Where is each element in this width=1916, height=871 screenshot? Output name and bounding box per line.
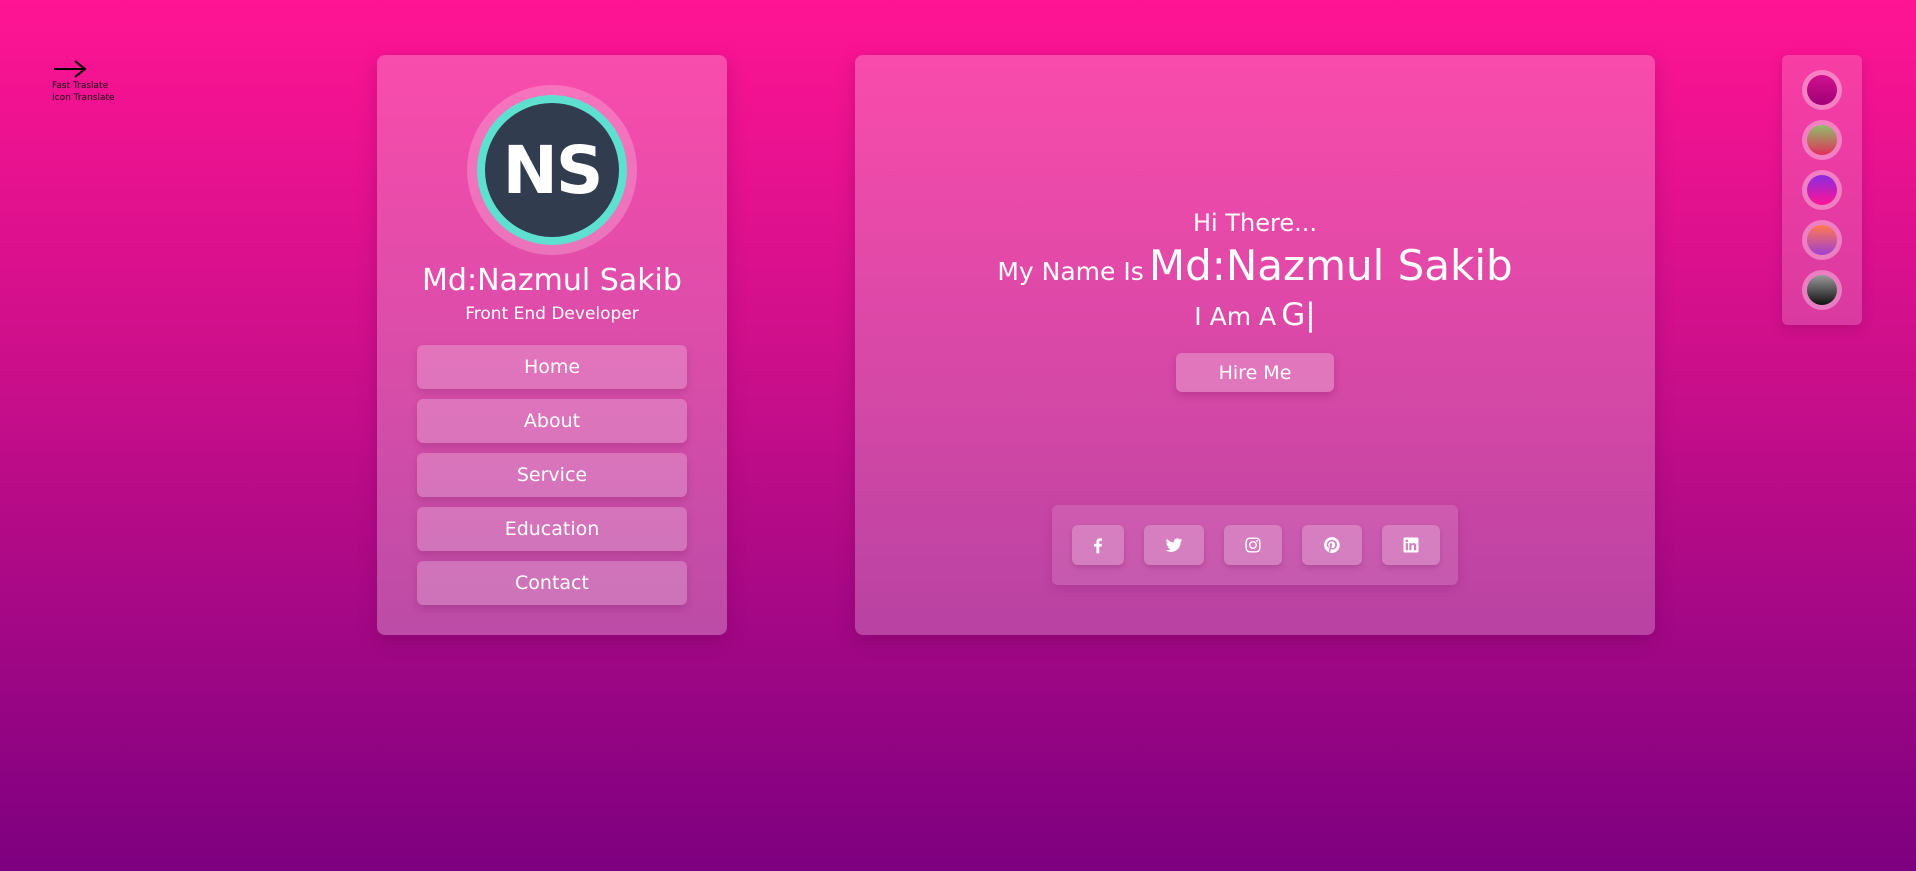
nav-service-button[interactable]: Service	[417, 453, 687, 497]
linkedin-icon	[1403, 537, 1419, 553]
hero-greeting: Hi There...	[1193, 209, 1317, 237]
theme-swatch-pink[interactable]	[1802, 70, 1842, 110]
swatch-dot	[1807, 175, 1837, 205]
linkedin-button[interactable]	[1382, 525, 1440, 565]
theme-swatch-orange-purple[interactable]	[1802, 220, 1842, 260]
swatch-dot	[1807, 225, 1837, 255]
translate-label-1: Fast Traslate	[52, 81, 109, 91]
theme-swatch-purple-pink[interactable]	[1802, 170, 1842, 210]
nav-about-button[interactable]: About	[417, 399, 687, 443]
hero-typed-role: G|	[1281, 297, 1316, 333]
profile-nav: Home About Service Education Contact	[417, 345, 687, 615]
right-arrow-icon[interactable]	[52, 58, 88, 80]
facebook-icon	[1094, 538, 1102, 554]
profile-role: Front End Developer	[465, 304, 639, 324]
hero-card: Hi There... My Name Is Md:Nazmul Sakib I…	[855, 55, 1655, 635]
facebook-button[interactable]	[1072, 525, 1124, 565]
avatar-initials: NS	[485, 103, 619, 237]
instagram-icon	[1245, 537, 1261, 553]
swatch-dot	[1807, 75, 1837, 105]
instagram-button[interactable]	[1224, 525, 1282, 565]
hero-role-prefix: I Am A	[1194, 302, 1277, 331]
twitter-icon	[1165, 538, 1183, 552]
pinterest-icon	[1324, 537, 1340, 553]
translate-label-2: Icon Translate	[52, 93, 115, 103]
pinterest-button[interactable]	[1302, 525, 1362, 565]
theme-swatch-green-red[interactable]	[1802, 120, 1842, 160]
avatar: NS	[477, 95, 627, 245]
profile-card: NS Md:Nazmul Sakib Front End Developer H…	[377, 55, 727, 635]
swatch-dot	[1807, 125, 1837, 155]
hero-role-line: I Am A G|	[855, 297, 1655, 333]
hero-name: Md:Nazmul Sakib	[1148, 241, 1513, 290]
theme-switcher	[1782, 55, 1862, 325]
theme-swatch-gray-black[interactable]	[1802, 270, 1842, 310]
hero-name-prefix: My Name Is	[997, 257, 1144, 286]
hire-me-button[interactable]: Hire Me	[1176, 353, 1334, 392]
nav-education-button[interactable]: Education	[417, 507, 687, 551]
swatch-dot	[1807, 275, 1837, 305]
hero-name-line: My Name Is Md:Nazmul Sakib	[855, 241, 1655, 290]
twitter-button[interactable]	[1144, 525, 1204, 565]
translate-widget[interactable]: Fast Traslate Icon Translate	[52, 58, 152, 104]
nav-contact-button[interactable]: Contact	[417, 561, 687, 605]
avatar-ring: NS	[467, 85, 637, 255]
profile-name: Md:Nazmul Sakib	[422, 263, 682, 298]
social-links	[1052, 505, 1458, 585]
nav-home-button[interactable]: Home	[417, 345, 687, 389]
